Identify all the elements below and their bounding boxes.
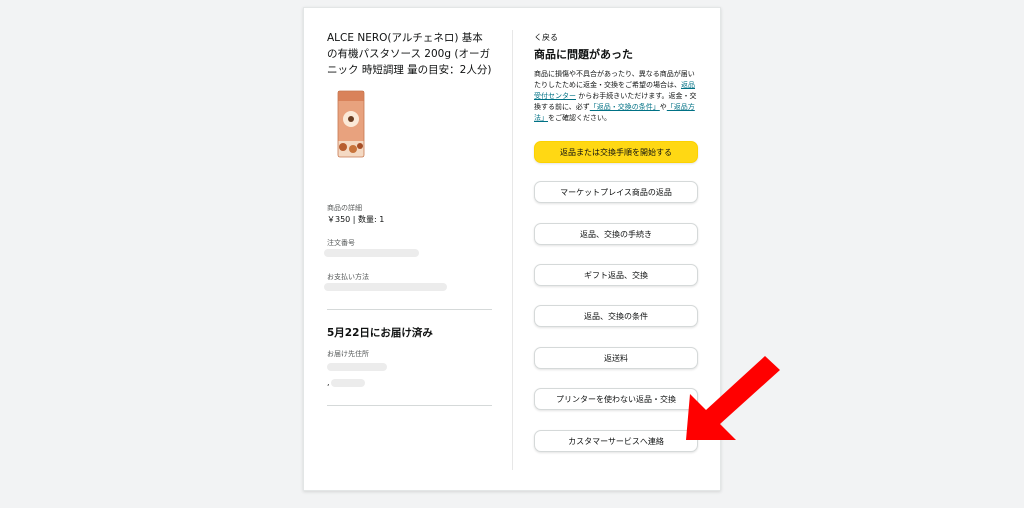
address-line-redacted-2: [331, 379, 365, 387]
gift-return-button[interactable]: ギフト返品、交換: [534, 264, 698, 286]
order-number-redacted: [324, 249, 419, 257]
return-shipping-button[interactable]: 返送料: [534, 347, 698, 369]
address-prefix: ,: [327, 378, 330, 387]
start-return-button[interactable]: 返品または交換手順を開始する: [534, 141, 698, 163]
return-conditions-button[interactable]: 返品、交換の条件: [534, 305, 698, 327]
product-image[interactable]: [324, 83, 378, 165]
no-printer-return-button[interactable]: プリンターを使わない返品・交換: [534, 388, 698, 410]
column-divider: [512, 30, 513, 470]
delivery-address-label: お届け先住所: [327, 350, 369, 358]
return-procedure-button[interactable]: 返品、交換の手続き: [534, 223, 698, 245]
product-title[interactable]: ALCE NERO(アルチェネロ) 基本の有機パスタソース 200g (オーガニ…: [327, 30, 492, 78]
desc-text: や: [659, 103, 667, 111]
price-quantity: ￥350 | 数量: 1: [327, 215, 385, 224]
panel-title: 商品に問題があった: [534, 48, 633, 61]
return-conditions-link[interactable]: 「返品・交換の条件」: [590, 103, 660, 111]
order-number-label: 注文番号: [327, 239, 355, 247]
desc-text: をご確認ください。: [548, 114, 611, 122]
product-details-label: 商品の詳細: [327, 204, 362, 212]
product-panel: ALCE NERO(アルチェネロ) 基本の有機パスタソース 200g (オーガニ…: [327, 30, 492, 78]
payment-method-redacted: [324, 283, 447, 291]
problem-panel: く戻る 商品に問題があった 商品に損傷や不具合があったり、異なる商品が届いたりし…: [534, 32, 699, 124]
address-line-redacted: [327, 363, 387, 371]
divider: [327, 309, 492, 310]
divider: [327, 405, 492, 406]
back-link[interactable]: く戻る: [534, 32, 699, 43]
panel-description: 商品に損傷や不具合があったり、異なる商品が届いたりしたために返金・交換をご希望の…: [534, 69, 699, 124]
payment-method-label: お支払い方法: [327, 273, 369, 281]
contact-customer-service-button[interactable]: カスタマーサービスへ連絡: [534, 430, 698, 452]
desc-text: 商品に損傷や不具合があったり、異なる商品が届いたりしたために返金・交換をご希望の…: [534, 70, 695, 89]
marketplace-return-button[interactable]: マーケットプレイス商品の返品: [534, 181, 698, 203]
order-card: ALCE NERO(アルチェネロ) 基本の有機パスタソース 200g (オーガニ…: [303, 7, 721, 491]
delivery-status: 5月22日にお届け済み: [327, 327, 433, 339]
